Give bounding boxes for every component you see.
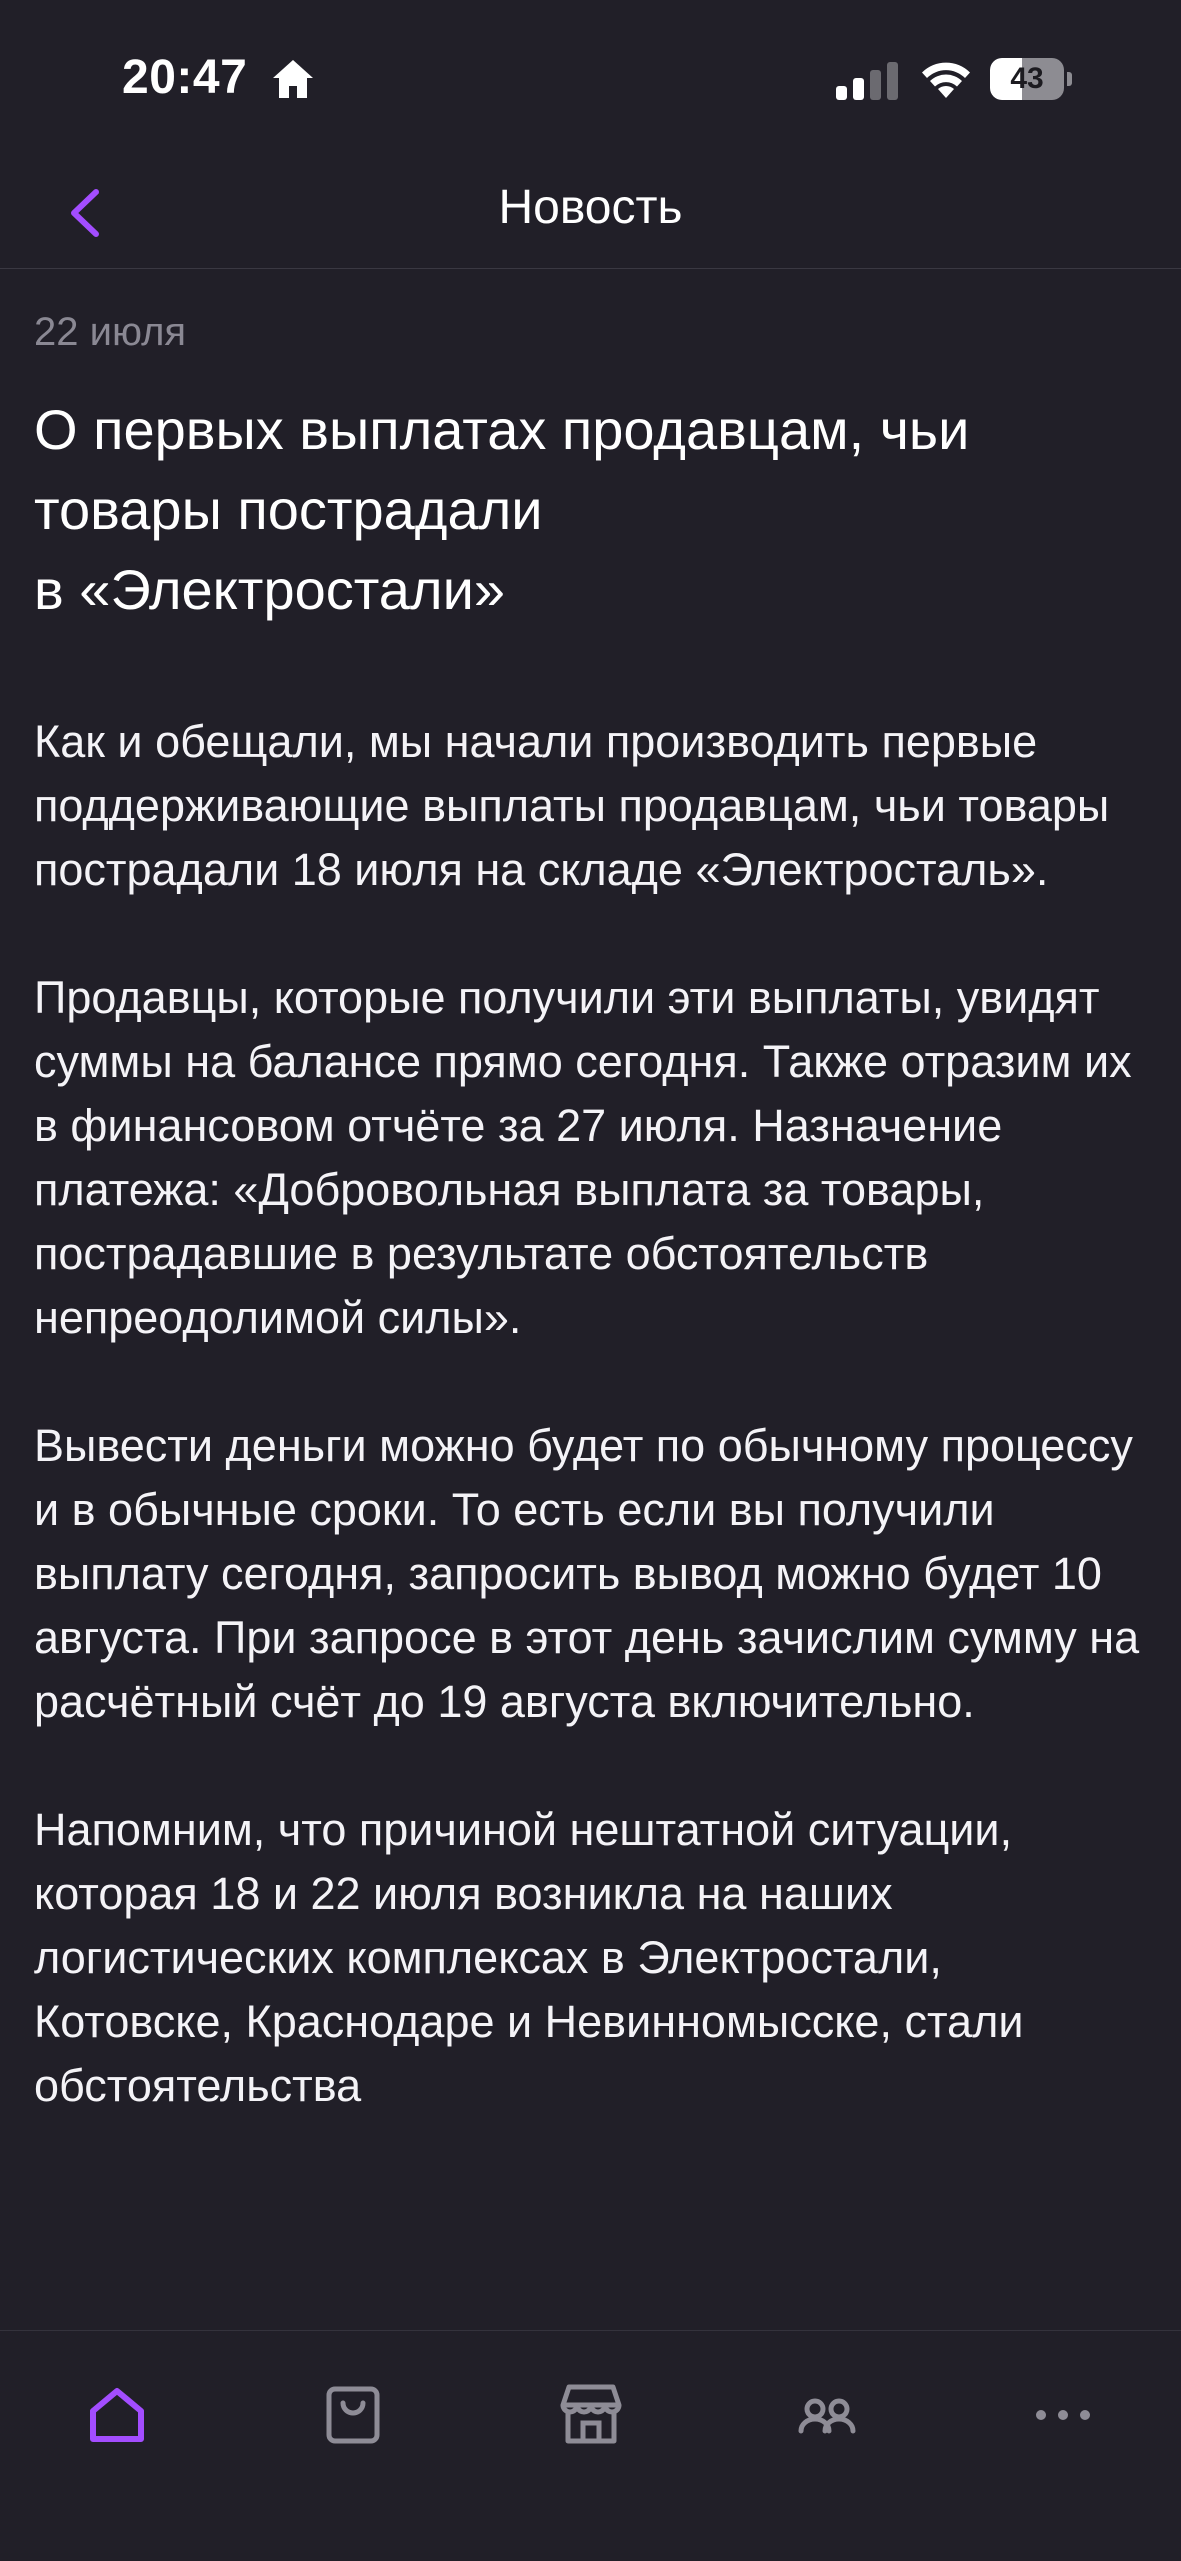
news-paragraph: Вывести деньги можно будет по обычному п… xyxy=(34,1420,1140,1727)
news-title: О первых выплатах продавцам, чьи товары … xyxy=(34,390,1144,630)
status-bar: 20:47 43 xyxy=(0,0,1181,160)
page-title: Новость xyxy=(498,181,683,234)
cellular-signal-icon xyxy=(836,62,898,100)
news-paragraph: Напомним, что причиной нештатной ситуаци… xyxy=(34,1804,1024,2111)
tab-store[interactable] xyxy=(551,2375,631,2455)
tab-community[interactable] xyxy=(787,2375,867,2455)
battery-icon: 43 xyxy=(990,58,1072,102)
tab-home[interactable] xyxy=(77,2375,157,2455)
users-icon xyxy=(798,2398,856,2434)
battery-level: 43 xyxy=(1010,62,1044,95)
tab-orders[interactable] xyxy=(313,2375,393,2455)
store-icon xyxy=(560,2384,622,2444)
home-status-icon xyxy=(273,60,313,98)
status-time: 20:47 xyxy=(122,51,248,104)
wifi-icon xyxy=(922,62,970,98)
news-paragraph: Как и обещали, мы начали производить пер… xyxy=(34,716,1110,895)
news-article: 22 июля О первых выплатах продавцам, чьи… xyxy=(34,300,1144,2182)
news-title-line: О первых выплатах продавцам, чьи xyxy=(34,398,970,461)
news-title-line: товары пострадали xyxy=(34,478,543,541)
tab-bar xyxy=(0,2330,1181,2561)
more-icon xyxy=(1036,2410,1090,2420)
news-title-line: в «Электростали» xyxy=(34,558,505,621)
shopping-bag-icon xyxy=(326,2386,380,2444)
news-paragraph: Продавцы, которые получили эти выплаты, … xyxy=(34,972,1132,1343)
tab-more[interactable] xyxy=(1023,2375,1103,2455)
header: Новость xyxy=(0,160,1181,269)
home-icon xyxy=(90,2388,144,2442)
news-body: Как и обещали, мы начали производить пер… xyxy=(34,710,1144,2118)
news-date: 22 июля xyxy=(34,310,187,354)
